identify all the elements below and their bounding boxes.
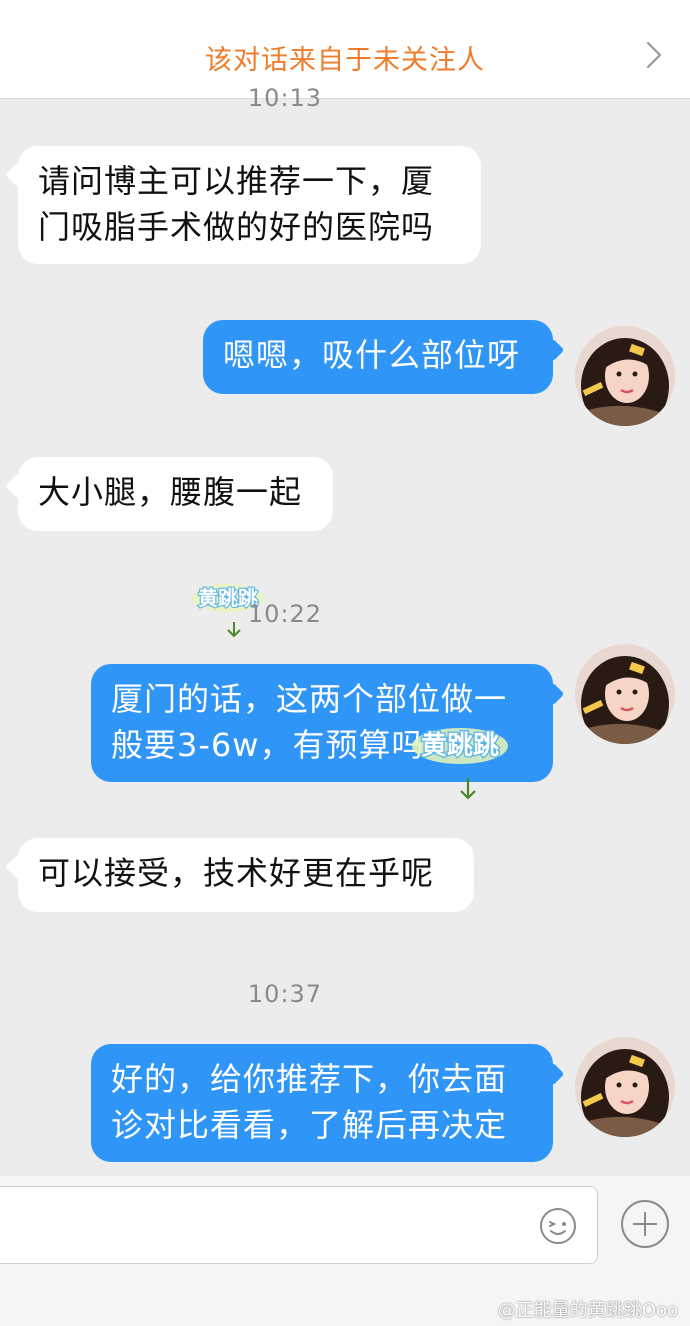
plus-icon[interactable] xyxy=(619,1198,671,1250)
avatar-image xyxy=(575,1037,675,1137)
banner-text: 该对话来自于未关注人 xyxy=(205,45,485,76)
sticker-text: 黄跳跳 xyxy=(421,731,499,761)
timestamp: 10:22 xyxy=(247,600,323,628)
watermark-sticker: 黄跳跳 xyxy=(412,728,508,800)
incoming-message[interactable]: 请问博主可以推荐一下，厦 门吸脂手术做的好的医院吗 xyxy=(18,146,481,264)
chevron-right-icon[interactable] xyxy=(642,40,666,70)
timestamp: 10:13 xyxy=(247,84,323,112)
footer-watermark: @正能量的黄跳跳Ooo xyxy=(497,1300,678,1321)
avatar[interactable] xyxy=(575,1037,675,1137)
chat-screen: 该对话来自于未关注人 10:13 请问博主可以推荐一下，厦 门吸脂手术做的好的医… xyxy=(0,0,690,1326)
incoming-message[interactable]: 大小腿，腰腹一起 xyxy=(18,457,333,531)
incoming-message[interactable]: 可以接受，技术好更在乎呢 xyxy=(18,838,474,912)
avatar-image xyxy=(575,644,675,744)
timestamp: 10:37 xyxy=(247,980,323,1008)
avatar[interactable] xyxy=(575,326,675,426)
avatar-image xyxy=(575,326,675,426)
outgoing-message[interactable]: 好的，给你推荐下，你去面 诊对比看看，了解后再决定 xyxy=(91,1044,553,1162)
emoji-icon[interactable] xyxy=(538,1206,578,1246)
avatar[interactable] xyxy=(575,644,675,744)
message-input[interactable] xyxy=(0,1186,598,1264)
outgoing-message[interactable]: 嗯嗯，吸什么部位呀 xyxy=(203,320,553,394)
